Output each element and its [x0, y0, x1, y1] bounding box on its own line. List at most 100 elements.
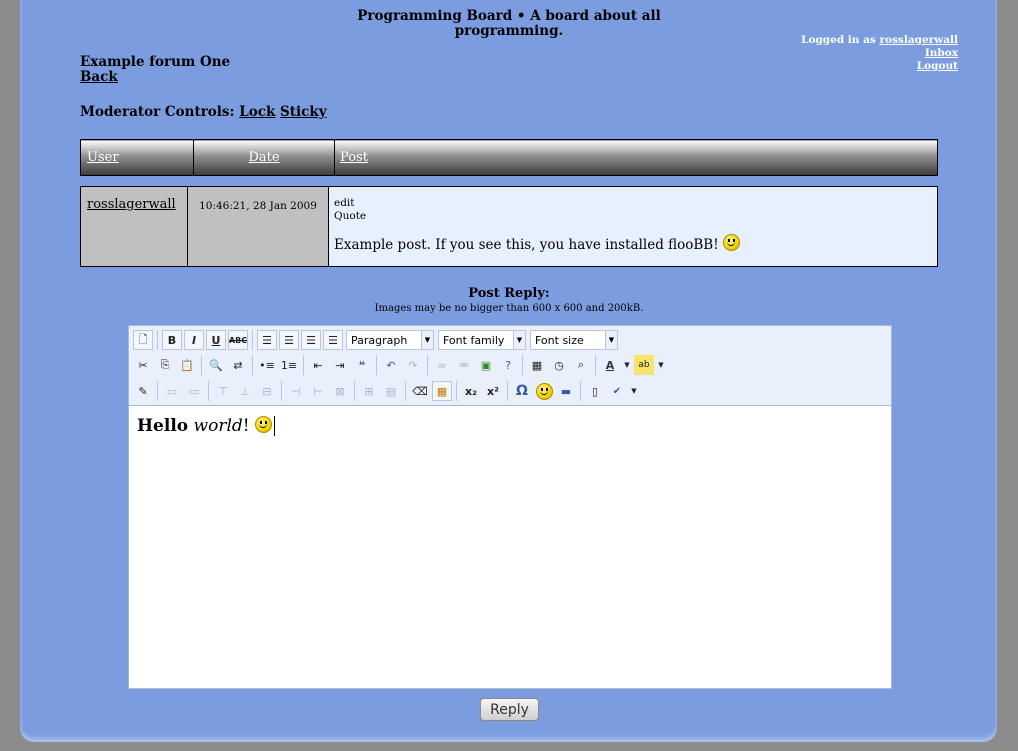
header-date[interactable]: Date — [193, 139, 335, 176]
post-text: Example post. If you see this, you have … — [334, 237, 719, 253]
edit-link[interactable]: edit — [334, 197, 937, 210]
chevron-down-icon: ▼ — [421, 331, 433, 349]
header-user[interactable]: User — [80, 139, 194, 176]
fullscreen-icon[interactable]: ▯ — [585, 381, 605, 401]
eraser-icon[interactable]: ⌫ — [410, 381, 430, 401]
unlink-icon[interactable]: ⚮ — [454, 355, 474, 375]
table-row-icon[interactable]: ▭ — [162, 381, 182, 401]
quote-link[interactable]: Quote — [334, 210, 937, 223]
spellcheck-icon[interactable]: ✔ — [607, 381, 627, 401]
toolbar-separator — [456, 381, 457, 401]
smiley-icon — [535, 382, 553, 400]
insert-row-after-icon[interactable]: ⊥ — [235, 381, 255, 401]
underline-icon[interactable]: U — [206, 330, 226, 350]
table-cell-icon[interactable]: ▭ — [184, 381, 204, 401]
find-icon[interactable]: 🔍 — [206, 355, 226, 375]
insert-time-icon[interactable]: ◷ — [549, 355, 569, 375]
toolbar-separator — [580, 381, 581, 401]
toolbar-separator — [522, 355, 523, 375]
replace-icon[interactable]: ⇄ — [228, 355, 248, 375]
insert-col-after-icon[interactable]: ⊢ — [308, 381, 328, 401]
blockquote-icon[interactable]: ❝ — [352, 355, 372, 375]
emoticon-icon[interactable] — [534, 381, 554, 401]
username-link[interactable]: rosslagerwall — [879, 34, 958, 46]
content-italic-text: world — [193, 416, 243, 436]
toolbar-row-2: ✂ ⎘ 📋 🔍 ⇄ •≡ 1≡ ⇤ ⇥ ❝ ↶ ↷ ∞ ⚮ ▣ ? ▦ ◷ ⌕ — [132, 353, 667, 377]
post-date: 10:46:21, 28 Jan 2009 — [199, 200, 317, 212]
merge-cells-icon[interactable]: ▤ — [381, 381, 401, 401]
font-family-select[interactable]: Font family ▼ — [438, 330, 526, 350]
post-user-cell: rosslagerwall — [80, 186, 188, 267]
logged-in-label: Logged in as — [801, 34, 876, 46]
preview-icon[interactable]: ⌕ — [571, 355, 591, 375]
new-document-icon[interactable]: 🗋 — [133, 330, 153, 350]
bullet-list-icon[interactable]: •≡ — [257, 355, 277, 375]
moderator-controls: Moderator Controls: Lock Sticky — [80, 104, 327, 120]
header-post[interactable]: Post — [334, 139, 938, 176]
align-left-icon[interactable]: ☰ — [257, 330, 277, 350]
inbox-link[interactable]: Inbox — [925, 47, 958, 59]
insert-col-before-icon[interactable]: ⊣ — [286, 381, 306, 401]
post-table-header: User Date Post — [80, 139, 938, 176]
redo-icon[interactable]: ↷ — [403, 355, 423, 375]
align-justify-icon[interactable]: ☰ — [323, 330, 343, 350]
image-icon[interactable]: ▣ — [476, 355, 496, 375]
horizontal-rule-icon[interactable]: ▬ — [556, 381, 576, 401]
format-select[interactable]: Paragraph ▼ — [346, 330, 434, 350]
edit-html-icon[interactable]: ✎ — [133, 381, 153, 401]
toolbar-separator — [157, 381, 158, 401]
bold-icon[interactable]: B — [162, 330, 182, 350]
toolbar-row-1: 🗋 B I U ABC ☰ ☰ ☰ ☰ Paragraph ▼ Font fam… — [132, 328, 620, 352]
toolbar-separator — [201, 355, 202, 375]
lock-link[interactable]: Lock — [239, 104, 275, 120]
toolbar-separator — [252, 330, 253, 350]
login-status: Logged in as rosslagerwall — [801, 34, 958, 47]
highlight-color-icon[interactable]: ab — [634, 355, 654, 375]
paste-icon[interactable]: 📋 — [177, 355, 197, 375]
chevron-down-icon[interactable]: ▼ — [629, 381, 639, 401]
link-icon[interactable]: ∞ — [432, 355, 452, 375]
font-family-select-value: Font family — [443, 333, 505, 347]
table-icon[interactable]: ▦ — [432, 381, 452, 401]
board-title-line2: programming. — [454, 23, 564, 39]
sticky-link[interactable]: Sticky — [280, 104, 327, 120]
strikethrough-icon[interactable]: ABC — [228, 330, 248, 350]
toolbar-separator — [595, 355, 596, 375]
copy-icon[interactable]: ⎘ — [155, 355, 175, 375]
toolbar-row-3: ✎ ▭ ▭ ⊤ ⊥ ⊟ ⊣ ⊢ ⊠ ⊞ ▤ ⌫ ▦ x₂ x² Ω ▬ ▯ ✔ … — [132, 379, 640, 403]
special-char-icon[interactable]: Ω — [512, 381, 532, 401]
text-color-icon[interactable]: A — [600, 355, 620, 375]
table-row: rosslagerwall 10:46:21, 28 Jan 2009 edit… — [80, 186, 938, 267]
outdent-icon[interactable]: ⇤ — [308, 355, 328, 375]
post-author-link[interactable]: rosslagerwall — [81, 187, 187, 212]
moderator-label: Moderator Controls: — [80, 104, 235, 120]
chevron-down-icon[interactable]: ▼ — [656, 355, 666, 375]
chevron-down-icon[interactable]: ▼ — [622, 355, 632, 375]
align-center-icon[interactable]: ☰ — [279, 330, 299, 350]
subscript-icon[interactable]: x₂ — [461, 381, 481, 401]
toolbar-separator — [281, 381, 282, 401]
toolbar-separator — [252, 355, 253, 375]
chevron-down-icon: ▼ — [513, 331, 525, 349]
cut-icon[interactable]: ✂ — [133, 355, 153, 375]
indent-icon[interactable]: ⇥ — [330, 355, 350, 375]
insert-row-before-icon[interactable]: ⊤ — [213, 381, 233, 401]
smiley-icon — [255, 416, 273, 433]
help-icon[interactable]: ? — [498, 355, 518, 375]
toolbar-separator — [507, 381, 508, 401]
undo-icon[interactable]: ↶ — [381, 355, 401, 375]
logout-link[interactable]: Logout — [917, 60, 958, 72]
superscript-icon[interactable]: x² — [483, 381, 503, 401]
font-size-select[interactable]: Font size ▼ — [530, 330, 618, 350]
editor-content-area[interactable]: Hello world! ​ — [129, 406, 891, 446]
post-table: rosslagerwall 10:46:21, 28 Jan 2009 edit… — [80, 186, 938, 267]
delete-col-icon[interactable]: ⊠ — [330, 381, 350, 401]
insert-date-icon[interactable]: ▦ — [527, 355, 547, 375]
split-cells-icon[interactable]: ⊞ — [359, 381, 379, 401]
reply-button[interactable]: Reply — [480, 698, 539, 721]
numbered-list-icon[interactable]: 1≡ — [279, 355, 299, 375]
delete-row-icon[interactable]: ⊟ — [257, 381, 277, 401]
back-link[interactable]: Back — [80, 69, 118, 85]
italic-icon[interactable]: I — [184, 330, 204, 350]
align-right-icon[interactable]: ☰ — [301, 330, 321, 350]
